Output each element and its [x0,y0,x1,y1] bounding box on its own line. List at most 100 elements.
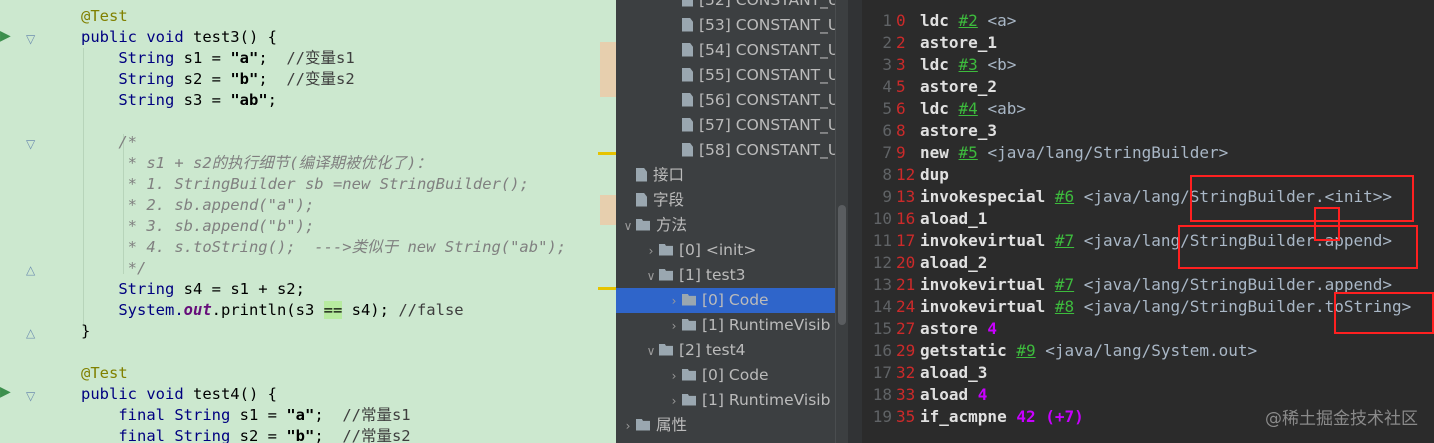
constant-pool-ref[interactable]: #3 [959,55,978,74]
constant-pool-ref[interactable]: #6 [1055,187,1074,206]
folder-icon [682,368,696,381]
line-number: 18 [872,385,892,404]
tree-node[interactable]: [56] CONSTANT_Ut [666,88,845,113]
run-test-icon[interactable]: ▶ [0,386,11,400]
code-line[interactable]: System.out.println(s3 == s4); //false [81,300,464,321]
constant-pool-ref[interactable]: #2 [959,11,978,30]
scrollbar-thumb[interactable] [838,205,846,325]
tree-node[interactable]: ∨ [2] test4 [643,338,746,363]
bytecode-line[interactable]: 17 32 aload_3 [862,362,988,384]
code-line[interactable]: @Test [81,6,128,27]
tree-node[interactable]: ∨ [1] test3 [643,263,746,288]
code-line[interactable]: /* [81,132,137,153]
constant-pool-ref[interactable]: #5 [959,143,978,162]
chevron-down-icon[interactable]: ∨ [643,264,659,289]
tree-node[interactable]: › [0] <init> [643,238,757,264]
code-editor[interactable]: ▶ ▽ ▽ △ △ ▶ ▽ @Test public void test3() {… [0,0,616,443]
tree-node[interactable]: › 属性 [620,413,687,438]
constant-pool-ref[interactable]: #7 [1055,231,1074,250]
line-number: 2 [882,33,892,52]
tree-node[interactable]: › [0] Code [666,363,769,388]
operand: <java/lang/StringBuilder> [977,143,1229,162]
bytecode-line[interactable]: 4 5 astore_2 [862,76,997,98]
code-line[interactable]: * 1. StringBuilder sb =new StringBuilder… [81,174,529,195]
tree-node[interactable]: 接口 [620,163,684,188]
code-line[interactable]: final String s2 = "b"; //常量s2 [81,426,410,443]
code-line[interactable]: * 4. s.toString(); --->类似于 new String("a… [81,237,566,258]
chevron-right-icon[interactable]: › [666,389,682,414]
constant-pool-ref[interactable]: #4 [959,99,978,118]
bytecode-line[interactable]: 6 8 astore_3 [862,120,997,142]
chevron-down-icon[interactable]: ∨ [643,339,659,364]
constant-pool-ref[interactable]: #7 [1055,275,1074,294]
bytecode-line[interactable]: 19 35 if_acmpne 42 (+7) [862,406,1084,428]
code-line[interactable]: */ [81,258,147,279]
line-number: 11 [872,231,892,250]
line-number: 8 [882,165,892,184]
chevron-down-icon[interactable]: ∨ [620,214,636,239]
class-structure-tree[interactable]: [52] CONSTANT_Ut [53] CONSTANT_Ut [54] CON… [616,0,848,443]
opcode: new [920,143,949,162]
folder-icon [659,243,673,256]
bytecode-line[interactable]: 3 3 ldc #3 <b> [862,54,1016,76]
code-line[interactable]: String s2 = "b"; //变量s2 [81,69,354,90]
tree-node[interactable]: ∨ 方法 [620,213,687,238]
code-line[interactable]: * 2. sb.append("a"); [81,195,315,216]
bytecode-line[interactable]: 16 29 getstatic #9 <java/lang/System.out> [862,340,1257,362]
code-line[interactable]: * 3. sb.append("b"); [81,216,315,237]
bytecode-line[interactable]: 12 20 aload_2 [862,252,988,274]
fold-icon[interactable]: △ [26,263,35,277]
tree-node[interactable]: [53] CONSTANT_Ut [666,13,845,38]
constant-pool-ref[interactable]: #8 [1055,297,1074,316]
fold-icon[interactable]: ▽ [26,32,35,46]
line-number: 10 [872,209,892,228]
tree-node[interactable]: [55] CONSTANT_Ut [666,63,845,88]
bytecode-line[interactable]: 2 2 astore_1 [862,32,997,54]
tree-node[interactable]: [58] CONSTANT_Ut [666,138,845,163]
bytecode-line[interactable]: 5 6 ldc #4 <ab> [862,98,1026,120]
bytecode-offset: 20 [896,253,916,272]
tree-scrollbar[interactable] [835,0,848,443]
folder-icon [682,318,696,331]
bytecode-line[interactable]: 7 9 new #5 <java/lang/StringBuilder> [862,142,1228,164]
code-line[interactable]: * s1 + s2的执行细节(编译期被优化了)： [81,153,432,174]
code-line[interactable]: String s3 = "ab"; [81,90,277,111]
fold-icon[interactable]: ▽ [26,137,35,151]
code-line[interactable]: } [81,321,90,342]
bytecode-line[interactable]: 14 24 invokevirtual #8 <java/lang/StringBu… [862,296,1412,318]
opcode: if_acmpne [920,407,1007,426]
chevron-right-icon[interactable]: › [666,314,682,339]
chevron-right-icon[interactable]: › [666,364,682,389]
bytecode-line[interactable]: 1 0 ldc #2 <a> [862,10,1016,32]
bytecode-line[interactable]: 13 21 invokevirtual #7 <java/lang/StringBu… [862,274,1392,296]
tree-node[interactable]: › [1] RuntimeVisib [666,388,831,414]
folder-icon [659,343,673,356]
tree-node[interactable]: [54] CONSTANT_Ut [666,38,845,63]
tree-node[interactable]: [57] CONSTANT_Ut [666,113,845,138]
tree-node[interactable]: › [0] Code [616,288,836,313]
chevron-right-icon[interactable]: › [643,239,659,264]
code-line[interactable]: public void test3() { [81,27,277,48]
bytecode-line[interactable]: 15 27 astore 4 [862,318,997,340]
code-line[interactable]: public void test4() { [81,384,277,405]
operand-number: 42 (+7) [1006,407,1084,426]
constant-pool-ref[interactable]: #9 [1016,341,1035,360]
tree-node[interactable]: [52] CONSTANT_Ut [666,0,845,13]
bytecode-line[interactable]: 8 12 dup [862,164,949,186]
bytecode-offset: 2 [896,33,906,52]
fold-icon[interactable]: △ [26,326,35,340]
code-line[interactable]: @Test [81,363,128,384]
chevron-right-icon[interactable]: › [666,289,682,314]
tree-node[interactable]: › [1] RuntimeVisib [666,313,831,339]
bytecode-line[interactable]: 10 16 aload_1 [862,208,988,230]
bytecode-line[interactable]: 18 33 aload 4 [862,384,988,406]
run-test-icon[interactable]: ▶ [0,30,11,44]
chevron-right-icon[interactable]: › [620,414,636,439]
fold-icon[interactable]: ▽ [26,389,35,403]
code-line[interactable]: final String s1 = "a"; //常量s1 [81,405,410,426]
code-line[interactable]: String s4 = s1 + s2; [81,279,305,300]
bytecode-viewer[interactable]: 1 0 ldc #2 <a> 2 2 astore_1 3 3 ldc #3 <b> 4 5 asto… [848,0,1434,443]
code-line[interactable]: String s1 = "a"; //变量s1 [81,48,354,69]
warning-stripe [598,287,616,290]
tree-node[interactable]: 字段 [620,188,684,213]
